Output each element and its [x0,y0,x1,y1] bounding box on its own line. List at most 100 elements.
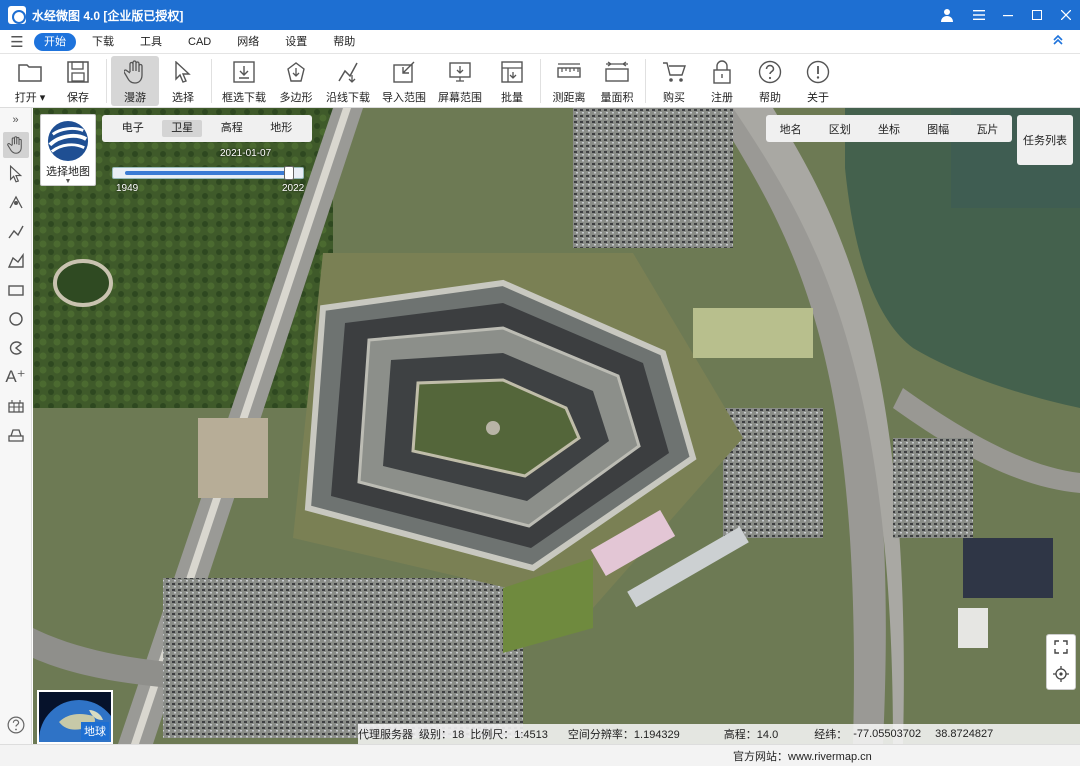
draw-sector-tool[interactable] [3,335,29,361]
polygon-button[interactable]: 多边形 [272,56,320,106]
tab-tools[interactable]: 工具 [130,33,172,51]
earth-view-button[interactable]: 地球 [37,690,113,744]
help-label: 帮助 [759,92,781,104]
ruler-icon [556,59,582,85]
map-type-electronic[interactable]: 电子 [113,120,153,137]
left-toolbar: » A⁺ [0,108,32,766]
collapse-ribbon-icon[interactable] [1052,34,1064,49]
draw-point-tool[interactable] [3,190,29,216]
select-tool[interactable] [3,161,29,187]
latitude-readout: 38.8724827 [935,728,994,740]
overlay-toggles: 地名 区划 坐标 图幅 瓦片 [766,115,1012,142]
timeline-slider[interactable] [112,166,304,180]
earth-view-label: 地球 [81,722,109,740]
overlay-sheets[interactable]: 图幅 [927,121,949,137]
tab-cad[interactable]: CAD [178,33,221,51]
map-type-tabs: 电子 卫星 高程 地形 [102,115,312,142]
register-label: 注册 [711,92,733,104]
screen-range-button[interactable]: 屏幕范围 [432,56,488,106]
open-button[interactable]: 打开 ▾ [6,56,54,106]
area-icon [604,59,630,85]
fullscreen-icon[interactable] [1054,639,1068,657]
select-button[interactable]: 选择 [159,56,207,106]
batch-button[interactable]: 批量 [488,56,536,106]
tab-settings[interactable]: 设置 [275,33,317,51]
expand-toolbar-icon[interactable]: » [3,111,29,129]
tab-download[interactable]: 下载 [82,33,124,51]
tab-start[interactable]: 开始 [34,32,76,51]
ribbon-divider [211,59,212,103]
save-button[interactable]: 保存 [54,56,102,106]
proxy-status[interactable]: 代理服务器 [358,726,413,742]
register-button[interactable]: 注册 [698,56,746,106]
box-download-button[interactable]: 框选下载 [216,56,272,106]
import-range-button[interactable]: 导入范围 [376,56,432,106]
close-button[interactable] [1051,0,1080,30]
layers-tool[interactable] [3,422,29,448]
ribbon-divider [645,59,646,103]
status-bar: 代理服务器 级别：18 比例尺：1:4513 空间分辨率：1.194329 高程… [358,724,1080,744]
spatial-resolution: 空间分辨率：1.194329 [567,729,680,741]
layer-picker[interactable]: 选择地图 ▼ [40,114,96,186]
longitude-readout: -77.05503702 [853,728,922,740]
draw-polygon-tool[interactable] [3,248,29,274]
text-tool-icon[interactable]: A⁺ [3,364,29,390]
polygon-label: 多边形 [279,92,313,104]
measure-area-button[interactable]: 量面积 [593,56,641,106]
measure-distance-button[interactable]: 测距离 [545,56,593,106]
map-type-satellite[interactable]: 卫星 [162,120,203,137]
overlay-tiles[interactable]: 瓦片 [976,121,998,137]
draw-circle-tool[interactable] [3,306,29,332]
overlay-coordinates[interactable]: 坐标 [878,121,900,137]
help-button[interactable]: 帮助 [746,56,794,106]
tab-help[interactable]: 帮助 [323,33,365,51]
layer-picker-label: 选择地图 [46,166,90,178]
roam-button[interactable]: 漫游 [111,56,159,106]
overlay-divisions[interactable]: 区划 [829,121,851,137]
cart-icon [661,59,687,85]
menu-icon[interactable] [964,0,993,30]
globe-logo-icon [47,120,89,162]
task-list-button[interactable]: 任务列表 [1017,115,1073,165]
timeline-date: 2021-01-07 [220,148,272,159]
line-download-button[interactable]: 沿线下载 [320,56,376,106]
batch-label: 批量 [501,92,523,104]
monitor-icon [447,59,473,85]
tab-network[interactable]: 网络 [227,33,269,51]
draw-rectangle-tool[interactable] [3,277,29,303]
box-download-label: 框选下载 [222,92,266,104]
timeline-fill [125,171,293,175]
user-icon[interactable] [930,0,964,30]
pan-tool[interactable] [2,132,29,158]
folder-icon [17,59,43,85]
grid-tool[interactable] [3,393,29,419]
minimize-button[interactable] [993,0,1022,30]
maximize-button[interactable] [1022,0,1051,30]
roam-label: 漫游 [124,92,146,104]
hamburger-icon[interactable]: ☰ [0,33,34,51]
locate-icon[interactable] [1053,665,1069,685]
timeline-end-year: 2022 [282,183,305,194]
map-type-terrain[interactable]: 地形 [261,120,301,137]
lock-icon [709,59,735,85]
screen-range-label: 屏幕范围 [438,92,482,104]
map-controls [1046,634,1076,690]
measure-area-label: 量面积 [600,92,634,104]
ribbon-divider [106,59,107,103]
help-circle-icon[interactable] [3,712,29,738]
map-type-elevation[interactable]: 高程 [212,120,252,137]
question-icon [757,59,783,85]
timeline-handle[interactable] [283,166,294,180]
draw-line-tool[interactable] [3,219,29,245]
buy-button[interactable]: 购买 [650,56,698,106]
ribbon-toolbar: 打开 ▾ 保存 漫游 选择 框选下载 多边形 沿线下载 导入范围 屏幕范围 批量… [0,54,1080,108]
footer: 官方网站：www.rivermap.cn [0,744,1080,766]
open-label: 打开 [14,92,37,104]
window-title: 水经微图 4.0 [企业版已授权] [32,8,184,23]
hand-icon [122,59,148,85]
official-website-link[interactable]: 官方网站：www.rivermap.cn [733,748,872,764]
about-button[interactable]: 关于 [794,56,842,106]
cursor-icon [170,59,196,85]
map-view[interactable] [33,108,1080,744]
overlay-place-names[interactable]: 地名 [780,121,802,137]
